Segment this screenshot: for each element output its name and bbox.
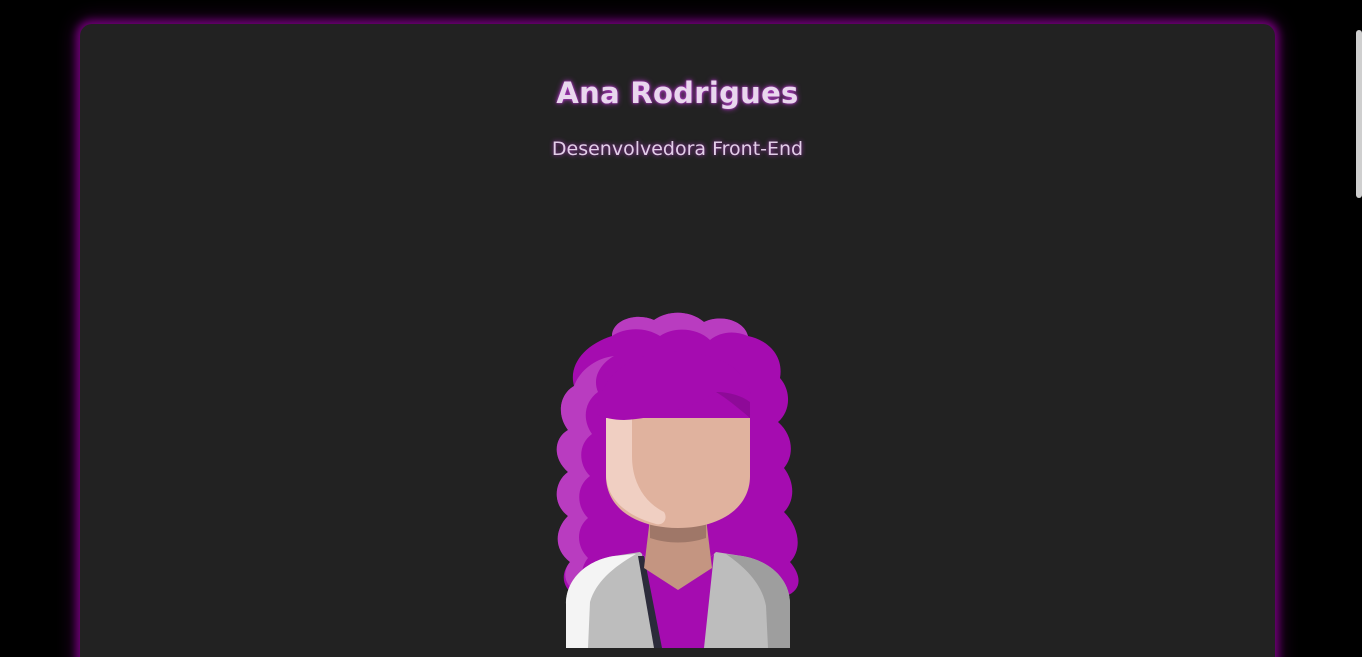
vertical-scrollbar[interactable] bbox=[1355, 0, 1362, 657]
page: Ana Rodrigues Desenvolvedora Front-End bbox=[0, 0, 1362, 657]
profile-role: Desenvolvedora Front-End bbox=[551, 138, 804, 160]
woman-avatar-icon bbox=[540, 306, 815, 651]
scrollbar-thumb[interactable] bbox=[1356, 30, 1362, 198]
profile-name: Ana Rodrigues bbox=[556, 76, 799, 110]
